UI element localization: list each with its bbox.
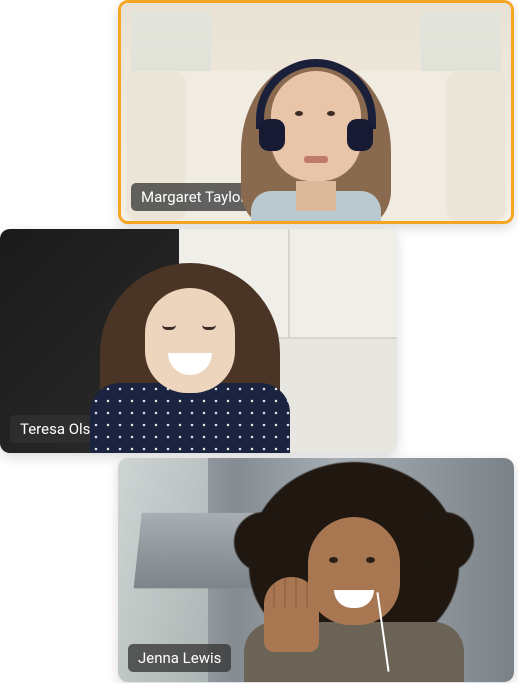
participant-name-badge: Margaret Taylor (131, 183, 256, 211)
participant-name-badge: Jenna Lewis (128, 644, 231, 672)
video-tile-jenna[interactable]: Jenna Lewis (118, 458, 514, 682)
video-feed: Jenna Lewis (118, 458, 514, 682)
video-feed: Teresa Olson (0, 229, 397, 453)
video-tile-margaret[interactable]: Margaret Taylor (118, 0, 514, 224)
video-feed: Margaret Taylor (121, 3, 511, 221)
video-tile-teresa[interactable]: Teresa Olson (0, 229, 397, 453)
